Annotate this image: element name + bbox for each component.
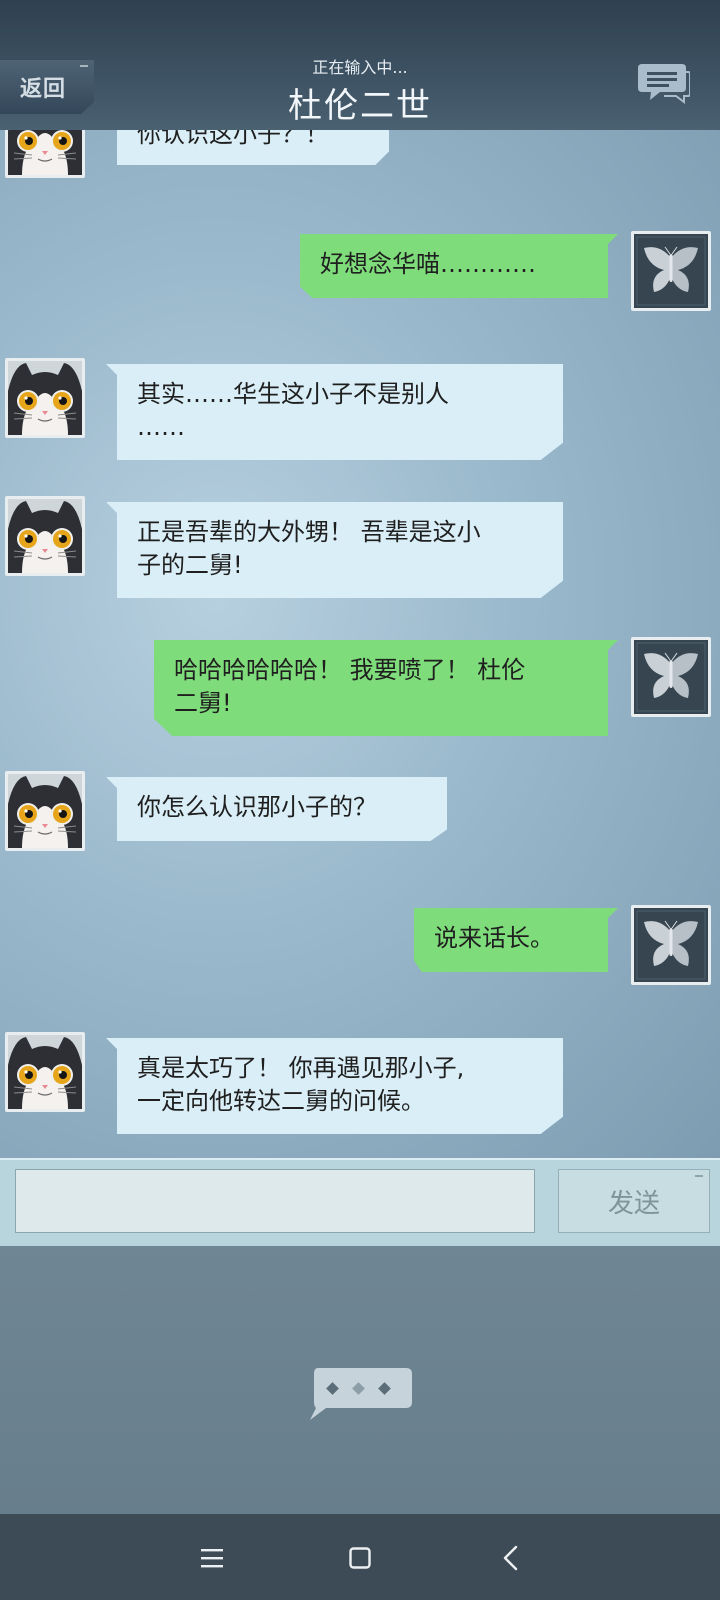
menu-icon[interactable] xyxy=(190,1536,234,1580)
message-text-line: 其实……华生这小子不是别人 xyxy=(137,380,449,408)
cat-avatar-image xyxy=(8,361,82,435)
options-panel xyxy=(0,1246,720,1514)
message-text-line: 真是太巧了！ 你再遇见那小子, xyxy=(137,1054,465,1082)
contact-name: 杜伦二世 xyxy=(288,86,432,126)
message-text: 你怎么认识那小子的？ xyxy=(137,793,377,821)
incoming-message-bubble[interactable]: 正是吾辈的大外甥！ 吾辈是这小 子的二舅! xyxy=(117,502,563,598)
bubble-tail xyxy=(106,1038,118,1050)
outgoing-message-bubble[interactable]: 哈哈哈哈哈哈！ 我要喷了！ 杜伦 二舅! xyxy=(154,640,608,736)
bubble-tail xyxy=(606,908,618,920)
message-text-line: 一定向他转达二舅的问候。 xyxy=(137,1087,425,1115)
message-input[interactable] xyxy=(15,1169,535,1233)
message-text-line: 子的二舅! xyxy=(137,551,243,579)
message-composer: 发送 xyxy=(0,1158,720,1246)
incoming-message-bubble[interactable]: 你怎么认识那小子的？ xyxy=(117,777,447,841)
cat-avatar-image xyxy=(8,774,82,848)
butterfly-avatar-image xyxy=(634,234,708,308)
outgoing-message-bubble[interactable]: 好想念华喵………… xyxy=(300,234,608,298)
send-button[interactable]: 发送 xyxy=(558,1169,710,1233)
incoming-message-bubble[interactable]: 其实……华生这小子不是别人 …… xyxy=(117,364,563,460)
message-text: 说来话长。 xyxy=(434,924,554,952)
cat-avatar-image xyxy=(8,499,82,573)
incoming-message-bubble[interactable]: 真是太巧了！ 你再遇见那小子, 一定向他转达二舅的问候。 xyxy=(117,1038,563,1134)
message-text-line: 哈哈哈哈哈哈！ 我要喷了！ 杜伦 xyxy=(174,656,526,684)
bubble-tail xyxy=(106,777,118,789)
button-corner-mark xyxy=(695,1175,703,1177)
message-text-line: 正是吾辈的大外甥！ 吾辈是这小 xyxy=(137,518,481,546)
cat-avatar[interactable] xyxy=(5,771,85,851)
bubble-tail xyxy=(106,502,118,514)
bubble-tail xyxy=(106,364,118,376)
chat-messages[interactable]: 你认识这小子？！ 好想念华喵………… 其实……华生这小子不是别人 …… 正是吾辈… xyxy=(0,130,720,1158)
butterfly-avatar-image xyxy=(634,640,708,714)
send-button-label: 发送 xyxy=(607,1188,660,1219)
message-text-line: 二舅! xyxy=(174,689,232,717)
ellipsis-bubble-icon[interactable] xyxy=(308,1368,414,1424)
bubble-tail xyxy=(606,234,618,246)
typing-status: 正在输入中... xyxy=(312,58,408,77)
message-text: 你认识这小子？！ xyxy=(137,130,329,148)
incoming-message-bubble[interactable]: 你认识这小子？！ xyxy=(117,130,389,165)
cat-avatar[interactable] xyxy=(5,358,85,438)
message-text-line: …… xyxy=(137,413,185,441)
outgoing-message-bubble[interactable]: 说来话长。 xyxy=(414,908,608,972)
chat-header: 返回 正在输入中... 杜伦二世 xyxy=(0,0,720,132)
cat-avatar[interactable] xyxy=(5,496,85,576)
cat-avatar-image xyxy=(8,1035,82,1109)
chat-bubbles-icon[interactable] xyxy=(638,62,691,104)
butterfly-avatar[interactable] xyxy=(631,905,711,985)
message-text: 好想念华喵………… xyxy=(320,250,536,278)
back-icon[interactable] xyxy=(490,1536,534,1580)
cat-avatar-image xyxy=(8,130,82,175)
system-navigation-bar xyxy=(0,1514,720,1600)
cat-avatar[interactable] xyxy=(5,130,85,178)
butterfly-avatar[interactable] xyxy=(631,637,711,717)
home-icon[interactable] xyxy=(338,1536,382,1580)
cat-avatar[interactable] xyxy=(5,1032,85,1112)
butterfly-avatar-image xyxy=(634,908,708,982)
butterfly-avatar[interactable] xyxy=(631,231,711,311)
bubble-tail xyxy=(606,640,618,652)
